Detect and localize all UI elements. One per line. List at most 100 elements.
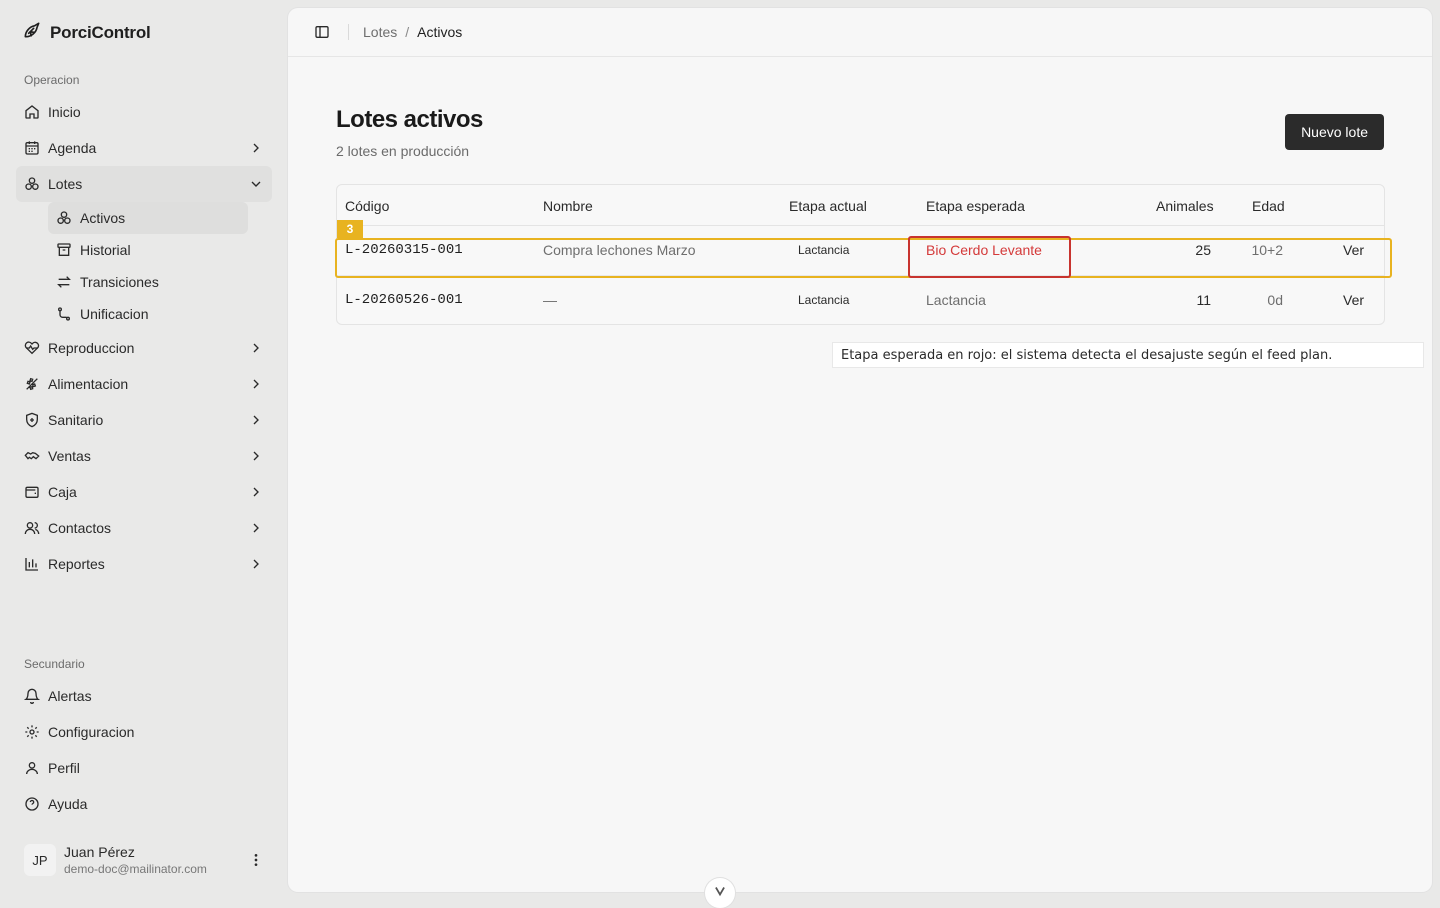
sidebar-item-label: Caja bbox=[48, 484, 77, 500]
col-animales: Animales bbox=[1156, 198, 1214, 214]
heart-pulse-icon bbox=[24, 340, 40, 356]
user-email: demo-doc@mailinator.com bbox=[64, 862, 207, 876]
merge-route-icon bbox=[56, 306, 72, 322]
sidebar-subitem-activos[interactable]: Activos bbox=[48, 202, 248, 234]
brand[interactable]: PorciControl bbox=[22, 20, 151, 45]
app-name: PorciControl bbox=[50, 22, 151, 42]
sidebar-item-agenda[interactable]: Agenda bbox=[16, 130, 272, 166]
cell-nombre: — bbox=[543, 292, 557, 308]
wallet-icon bbox=[24, 484, 40, 500]
bar-chart-icon bbox=[24, 556, 40, 572]
chevron-right-icon bbox=[253, 559, 259, 569]
cell-etapa-esperada: Lactancia bbox=[926, 292, 986, 308]
sidebar-item-alimentacion[interactable]: Alimentacion bbox=[16, 366, 272, 402]
sidebar-item-label: Configuracion bbox=[48, 724, 135, 740]
highlight-row-box bbox=[335, 238, 1392, 278]
sidebar-item-label: Alertas bbox=[48, 688, 92, 704]
sidebar-item-label: Inicio bbox=[48, 104, 81, 120]
sidebar-item-label: Agenda bbox=[48, 140, 97, 156]
chevron-right-icon bbox=[253, 451, 259, 461]
shield-plus-icon bbox=[24, 412, 40, 428]
sidebar-item-ventas[interactable]: Ventas bbox=[16, 438, 272, 474]
sidebar: PorciControl Operacion Inicio Agenda Lot… bbox=[0, 0, 288, 900]
col-etapa-esperada: Etapa esperada bbox=[926, 198, 1025, 214]
chevron-right-icon bbox=[253, 415, 259, 425]
sidebar-subitem-transiciones[interactable]: Transiciones bbox=[48, 266, 272, 298]
sidebar-item-label: Sanitario bbox=[48, 412, 104, 428]
scroll-down-indicator[interactable] bbox=[705, 878, 735, 908]
sidebar-item-label: Reproduccion bbox=[48, 340, 135, 356]
arrows-left-right-icon bbox=[56, 274, 72, 290]
chevron-right-icon bbox=[253, 487, 259, 497]
breadcrumb-current: Activos bbox=[417, 24, 463, 40]
pig-logo-icon bbox=[22, 20, 42, 45]
chevron-right-icon bbox=[253, 523, 259, 533]
handshake-icon bbox=[24, 448, 40, 464]
users-icon bbox=[24, 520, 40, 536]
sidebar-subitem-label: Unificacion bbox=[80, 306, 149, 322]
calendar-icon bbox=[24, 140, 40, 156]
sidebar-item-label: Perfil bbox=[48, 760, 80, 776]
table-row[interactable]: L-20260526-001 — Lactancia Lactancia 11 … bbox=[337, 275, 1384, 324]
cell-etapa-actual: Lactancia bbox=[798, 293, 850, 307]
cell-codigo: L-20260526-001 bbox=[345, 292, 463, 308]
boxes-icon bbox=[24, 176, 40, 192]
user-icon bbox=[24, 760, 40, 776]
col-codigo: Código bbox=[345, 198, 390, 214]
avatar: JP bbox=[24, 844, 56, 876]
user-menu[interactable]: JP Juan Pérez demo-doc@mailinator.com bbox=[24, 842, 272, 878]
sidebar-item-label: Ventas bbox=[48, 448, 91, 464]
cell-animales: 11 bbox=[1196, 292, 1211, 308]
sidebar-subitem-label: Activos bbox=[80, 210, 126, 226]
sidebar-item-sanitario[interactable]: Sanitario bbox=[16, 402, 272, 438]
sidebar-subitem-historial[interactable]: Historial bbox=[48, 234, 272, 266]
help-circle-icon bbox=[24, 796, 40, 812]
highlight-cell-box bbox=[908, 236, 1071, 278]
ver-link[interactable]: Ver bbox=[1343, 292, 1364, 308]
topbar: Lotes / Activos bbox=[288, 8, 1432, 57]
sidebar-item-configuracion[interactable]: Configuracion bbox=[16, 714, 272, 750]
sidebar-item-label: Reportes bbox=[48, 556, 105, 572]
breadcrumb-lotes[interactable]: Lotes bbox=[363, 24, 397, 40]
sidebar-subitem-unificacion[interactable]: Unificacion bbox=[48, 298, 272, 330]
home-icon bbox=[24, 104, 40, 120]
boxes-icon bbox=[56, 210, 72, 226]
page-subtitle: 2 lotes en producción bbox=[336, 143, 470, 159]
sidebar-item-reproduccion[interactable]: Reproduccion bbox=[16, 330, 272, 366]
table-header: Código Nombre Etapa actual Etapa esperad… bbox=[337, 185, 1384, 226]
chevron-down-icon bbox=[251, 181, 261, 187]
annotation-note: Etapa esperada en rojo: el sistema detec… bbox=[832, 342, 1424, 368]
sidebar-item-ayuda[interactable]: Ayuda bbox=[16, 786, 272, 822]
breadcrumb-separator: / bbox=[405, 24, 410, 40]
breadcrumb: Lotes / Activos bbox=[363, 24, 462, 40]
sidebar-item-contactos[interactable]: Contactos bbox=[16, 510, 272, 546]
chevron-right-icon bbox=[253, 143, 259, 153]
sidebar-item-label: Alimentacion bbox=[48, 376, 129, 392]
sidebar-toggle-icon[interactable] bbox=[314, 24, 330, 40]
sidebar-item-lotes[interactable]: Lotes bbox=[16, 166, 272, 202]
group-label-operacion: Operacion bbox=[24, 73, 80, 87]
col-etapa-actual: Etapa actual bbox=[789, 198, 867, 214]
primary-nav: Inicio Agenda Lotes Activos Historial Tr… bbox=[16, 94, 272, 582]
annotation-badge: 3 bbox=[337, 220, 363, 238]
group-label-secundario: Secundario bbox=[24, 657, 85, 671]
cell-edad: 0d bbox=[1267, 292, 1283, 308]
chevron-right-icon bbox=[253, 343, 259, 353]
sidebar-item-alertas[interactable]: Alertas bbox=[16, 678, 272, 714]
lotes-submenu: Activos Historial Transiciones Unificaci… bbox=[40, 202, 272, 330]
sidebar-item-caja[interactable]: Caja bbox=[16, 474, 272, 510]
sidebar-item-label: Ayuda bbox=[48, 796, 88, 812]
sidebar-item-reportes[interactable]: Reportes bbox=[16, 546, 272, 582]
more-vertical-icon[interactable] bbox=[248, 852, 264, 868]
gear-icon bbox=[24, 724, 40, 740]
secondary-nav: Alertas Configuracion Perfil Ayuda bbox=[16, 678, 272, 822]
new-lote-button[interactable]: Nuevo lote bbox=[1285, 114, 1384, 150]
sidebar-item-inicio[interactable]: Inicio bbox=[16, 94, 272, 130]
wheat-icon bbox=[24, 376, 40, 392]
chevron-right-icon bbox=[253, 379, 259, 389]
user-name: Juan Pérez bbox=[64, 844, 135, 860]
chevron-down-icon bbox=[715, 887, 725, 897]
sidebar-item-perfil[interactable]: Perfil bbox=[16, 750, 272, 786]
col-nombre: Nombre bbox=[543, 198, 593, 214]
bell-icon bbox=[24, 688, 40, 704]
